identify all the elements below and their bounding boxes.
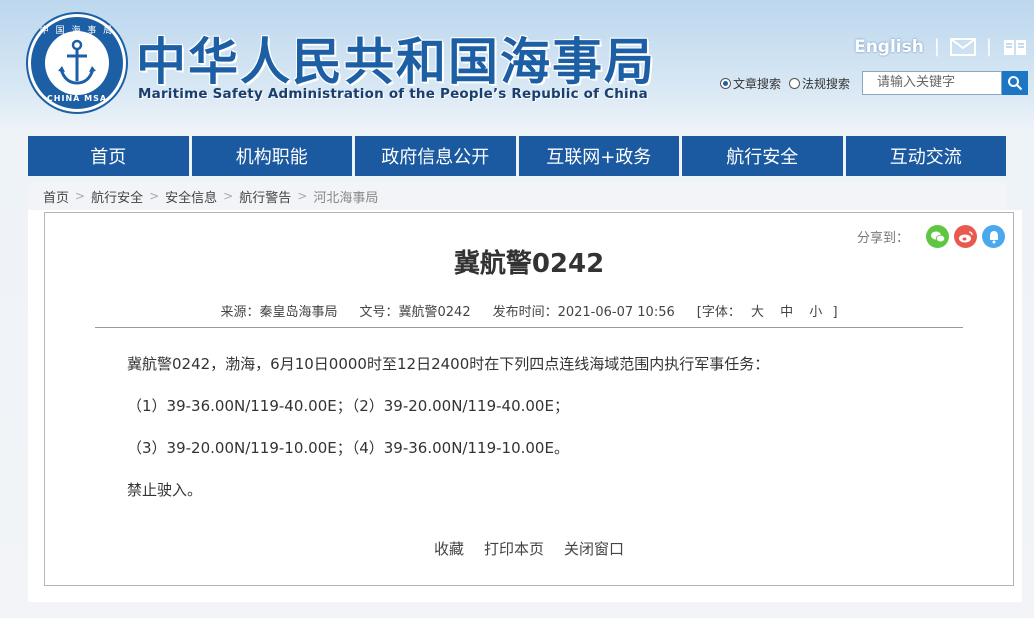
search-button[interactable] bbox=[1002, 71, 1028, 95]
content-area: 分享到： 冀航警0242 来源：秦皇岛海事局 文号：冀航警0242 发布时间：2… bbox=[28, 210, 1022, 602]
font-size-label: [字体： bbox=[696, 305, 741, 320]
article-doc-number: 文号：冀航警0242 bbox=[359, 305, 471, 320]
top-links: English | | bbox=[854, 36, 1028, 57]
divider bbox=[95, 327, 963, 328]
article-source: 来源：秦皇岛海事局 bbox=[220, 305, 338, 320]
breadcrumb-safety-info[interactable]: 安全信息 bbox=[165, 187, 217, 206]
breadcrumb: 首页 > 航行安全 > 安全信息 > 航行警告 > 河北海事局 bbox=[28, 182, 1006, 210]
breadcrumb-hebei-msa[interactable]: 河北海事局 bbox=[313, 187, 378, 206]
breadcrumb-separator: > bbox=[223, 189, 234, 203]
article-publish-time: 发布时间：2021-06-07 10:56 bbox=[492, 305, 675, 320]
nav-item-gov-info[interactable]: 政府信息公开 bbox=[355, 136, 516, 176]
bookmark-link[interactable]: 收藏 bbox=[434, 538, 464, 559]
search-area: 文章搜索 法规搜索 请输入关键字 bbox=[719, 71, 1028, 95]
font-size-close: ] bbox=[832, 305, 838, 320]
search-input[interactable]: 请输入关键字 bbox=[862, 71, 1002, 95]
article-paragraph: 冀航警0242，渤海，6月10日0000时至12日2400时在下列四点连线海域范… bbox=[127, 355, 770, 373]
breadcrumb-nav-safety[interactable]: 航行安全 bbox=[91, 187, 143, 206]
nav-item-functions[interactable]: 机构职能 bbox=[191, 136, 352, 176]
separator: | bbox=[985, 36, 992, 57]
article-paragraph: 禁止驶入。 bbox=[127, 481, 203, 499]
font-size-small[interactable]: 小 bbox=[809, 305, 822, 320]
breadcrumb-home[interactable]: 首页 bbox=[43, 187, 69, 206]
breadcrumb-separator: > bbox=[75, 189, 86, 203]
breadcrumb-nav-warning[interactable]: 航行警告 bbox=[239, 187, 291, 206]
search-icon bbox=[1008, 76, 1023, 91]
book-icon[interactable] bbox=[1002, 37, 1028, 57]
article-actions: 收藏 打印本页 关闭窗口 bbox=[45, 538, 1013, 559]
nav-item-internet-gov[interactable]: 互联网+政务 bbox=[518, 136, 679, 176]
site-header: 中 国 海 事 局 CHINA MSA 中华人民共和国海事局 Maritime … bbox=[0, 0, 1034, 132]
font-size-switcher: [字体： 大 中 小 ] bbox=[697, 301, 838, 320]
separator: | bbox=[933, 36, 940, 57]
english-link[interactable]: English bbox=[854, 37, 924, 57]
article-title: 冀航警0242 bbox=[453, 249, 605, 279]
article-body: 冀航警0242，渤海，6月10日0000时至12日2400时在下列四点连线海域范… bbox=[127, 353, 769, 521]
radio-unchecked-icon[interactable] bbox=[788, 77, 800, 89]
article-panel: 分享到： 冀航警0242 来源：秦皇岛海事局 文号：冀航警0242 发布时间：2… bbox=[44, 212, 1014, 586]
radio-law-search[interactable]: 法规搜索 bbox=[788, 75, 850, 92]
nav-item-nav-safety[interactable]: 航行安全 bbox=[682, 136, 843, 176]
logo-top-text: 中 国 海 事 局 bbox=[39, 26, 115, 36]
mail-icon[interactable] bbox=[949, 37, 976, 57]
site-title: 中华人民共和国海事局 bbox=[136, 33, 656, 91]
article-meta: 来源：秦皇岛海事局 文号：冀航警0242 发布时间：2021-06-07 10:… bbox=[45, 301, 1013, 320]
main-nav: 首页 机构职能 政府信息公开 互联网+政务 航行安全 互动交流 bbox=[28, 136, 1006, 176]
site-subtitle: Maritime Safety Administration of the Pe… bbox=[138, 86, 648, 102]
article-paragraph: （1）39-36.00N/119-40.00E；（2）39-20.00N/119… bbox=[127, 397, 569, 415]
msa-logo[interactable]: 中 国 海 事 局 CHINA MSA bbox=[28, 14, 126, 112]
close-window-link[interactable]: 关闭窗口 bbox=[564, 538, 624, 559]
radio-checked-icon[interactable] bbox=[719, 77, 731, 89]
weibo-icon bbox=[958, 230, 973, 242]
font-size-large[interactable]: 大 bbox=[751, 305, 764, 320]
breadcrumb-separator: > bbox=[297, 189, 308, 203]
wechat-icon bbox=[930, 231, 945, 242]
nav-item-interaction[interactable]: 互动交流 bbox=[845, 136, 1006, 176]
radio-article-search[interactable]: 文章搜索 bbox=[719, 75, 781, 92]
logo-bottom-text: CHINA MSA bbox=[46, 94, 108, 103]
bell-icon bbox=[989, 230, 998, 243]
font-size-medium[interactable]: 中 bbox=[780, 305, 793, 320]
article-paragraph: （3）39-20.00N/119-10.00E；（4）39-36.00N/119… bbox=[127, 439, 569, 457]
radio-label: 文章搜索 bbox=[732, 76, 781, 91]
nav-item-home[interactable]: 首页 bbox=[28, 136, 189, 176]
breadcrumb-separator: > bbox=[149, 189, 160, 203]
radio-label: 法规搜索 bbox=[801, 76, 850, 91]
print-link[interactable]: 打印本页 bbox=[484, 538, 544, 559]
anchor-icon bbox=[45, 31, 109, 95]
